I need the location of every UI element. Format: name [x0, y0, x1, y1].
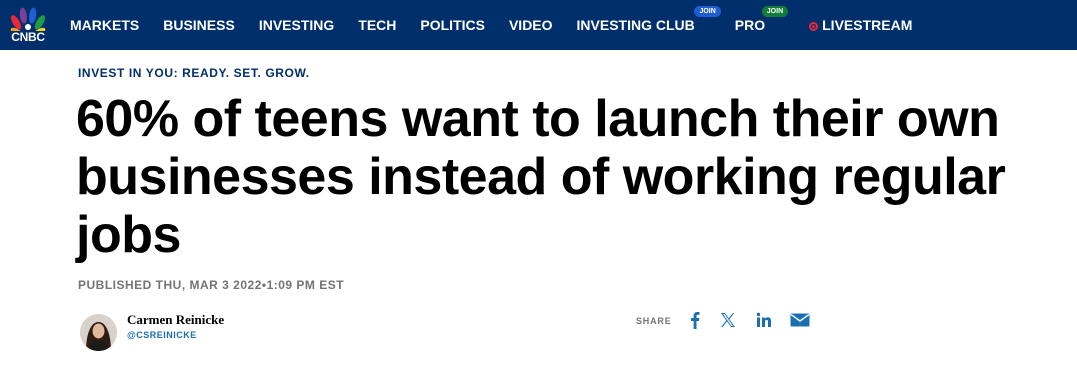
- nav-tech[interactable]: TECH: [358, 17, 396, 33]
- peacock-icon: [10, 7, 46, 39]
- join-badge-club[interactable]: JOIN: [694, 6, 721, 17]
- author-avatar[interactable]: [80, 314, 117, 351]
- facebook-icon[interactable]: [688, 310, 702, 330]
- nav-markets[interactable]: MARKETS: [70, 17, 139, 33]
- nav-politics[interactable]: POLITICS: [420, 17, 485, 33]
- nav-livestream[interactable]: LIVESTREAM: [809, 17, 912, 33]
- nav-pro[interactable]: PRO JOIN: [734, 6, 789, 33]
- nav-menu: MARKETS BUSINESS INVESTING TECH POLITICS…: [70, 0, 936, 50]
- email-icon[interactable]: [789, 310, 811, 330]
- top-navigation-bar: CNBC MARKETS BUSINESS INVESTING TECH POL…: [0, 0, 1077, 50]
- author-photo-icon: [80, 314, 117, 351]
- nav-investing[interactable]: INVESTING: [259, 17, 334, 33]
- article-headline: 60% of teens want to launch their own bu…: [76, 90, 1006, 264]
- share-label: SHARE: [636, 316, 672, 326]
- author-handle[interactable]: @CSREINICKE: [127, 330, 197, 340]
- join-badge-pro[interactable]: JOIN: [761, 6, 789, 17]
- logo-text: CNBC: [11, 30, 45, 44]
- nav-livestream-label: LIVESTREAM: [822, 17, 913, 33]
- article-kicker[interactable]: INVEST IN YOU: READY. SET. GROW.: [78, 66, 310, 80]
- nav-investing-club-label: INVESTING CLUB: [576, 17, 695, 33]
- nav-investing-club[interactable]: INVESTING CLUB JOIN: [576, 6, 721, 33]
- nav-video[interactable]: VIDEO: [509, 17, 553, 33]
- nav-business[interactable]: BUSINESS: [163, 17, 235, 33]
- author-name[interactable]: Carmen Reinicke: [127, 312, 224, 328]
- linkedin-icon[interactable]: [755, 310, 773, 330]
- nav-pro-label: PRO: [734, 17, 766, 33]
- x-icon[interactable]: [719, 310, 737, 330]
- live-icon: [809, 22, 819, 31]
- published-timestamp: PUBLISHED THU, MAR 3 2022•1:09 PM EST: [78, 278, 345, 292]
- cnbc-logo[interactable]: CNBC: [6, 5, 50, 45]
